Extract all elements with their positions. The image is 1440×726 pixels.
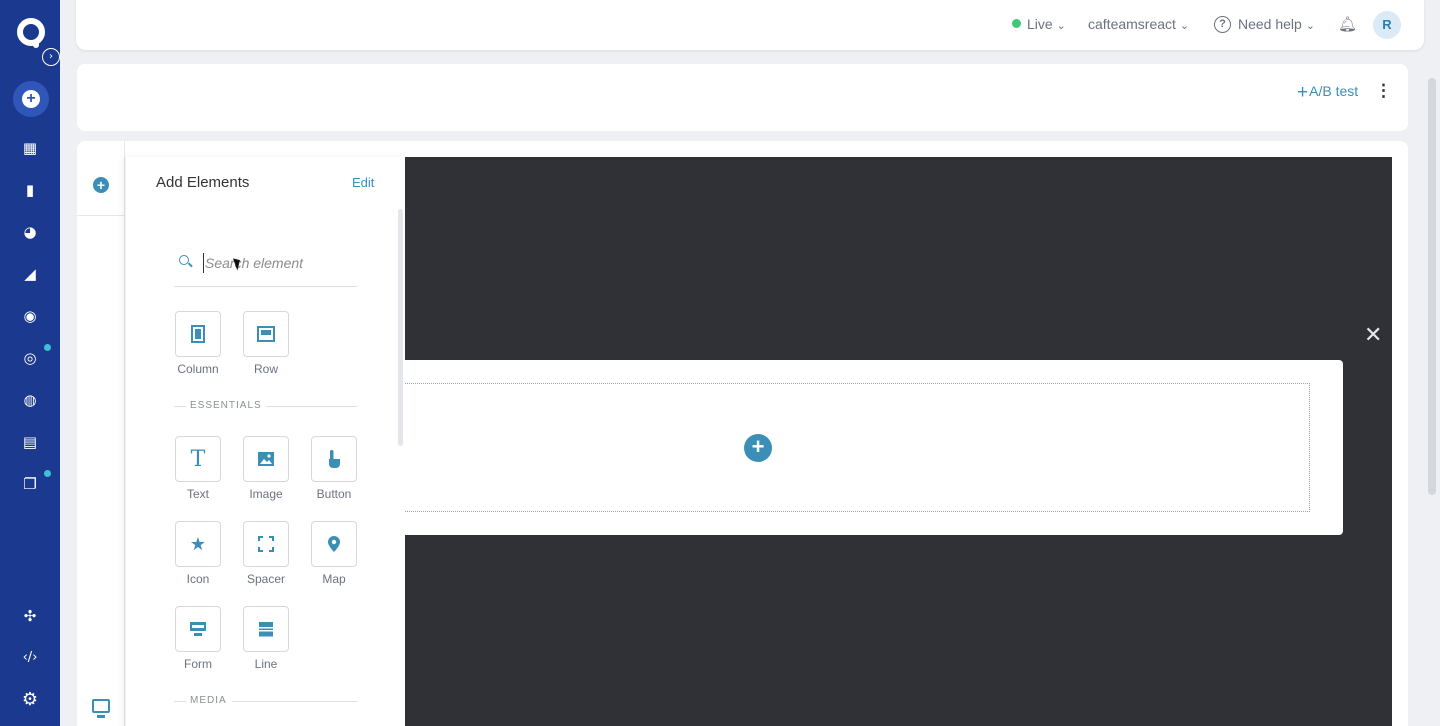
media-heading: MEDIA — [174, 695, 357, 709]
more-options-icon[interactable]: ⋮ — [1375, 81, 1392, 101]
builder-tool-rail: + — [77, 141, 125, 726]
stopwatch-icon[interactable]: ◉ — [20, 306, 40, 326]
element-map[interactable]: Map — [311, 521, 357, 586]
account-label: cafteamsreact — [1088, 16, 1176, 32]
element-text[interactable]: T Text — [175, 436, 221, 501]
element-tile[interactable] — [311, 521, 357, 567]
element-tile[interactable] — [243, 606, 289, 652]
edit-link[interactable]: Edit — [352, 175, 374, 190]
form-icon — [190, 622, 206, 636]
ab-test-label: A/B test — [1309, 83, 1359, 99]
chevron-down-icon: ⌄ — [1179, 20, 1190, 32]
plus-icon: + — [22, 90, 40, 108]
bar-chart-icon[interactable]: ▮ — [20, 180, 40, 200]
dashboard-icon[interactable]: ▦ — [20, 138, 40, 158]
panel-title: Add Elements — [156, 174, 250, 191]
column-icon — [191, 325, 205, 343]
settings-gear-icon[interactable]: ⚙ — [20, 690, 40, 710]
row-icon — [257, 326, 275, 342]
add-elements-icon[interactable]: + — [93, 177, 109, 193]
element-row[interactable]: Row — [243, 311, 289, 376]
notification-dot — [44, 344, 51, 351]
spacer-icon — [258, 536, 274, 552]
close-icon[interactable]: ✕ — [1364, 325, 1382, 347]
element-tile[interactable] — [243, 521, 289, 567]
element-label: Line — [254, 657, 278, 671]
document-icon[interactable]: ▤ — [20, 432, 40, 452]
star-icon: ★ — [189, 533, 207, 555]
essentials-heading: ESSENTIALS — [174, 400, 357, 414]
left-nav-rail: › + ▦ ▮ ◕ ◢ ◉ ◎ ◍ ▤ ❐ ✣ ‹/› ⚙ — [0, 0, 60, 726]
element-label: Row — [253, 362, 278, 376]
add-elements-panel: Add Elements Edit Column Row ESSENTIALS — [125, 157, 405, 726]
element-tile[interactable] — [175, 606, 221, 652]
search-element-field[interactable] — [174, 245, 357, 287]
element-form[interactable]: Form — [175, 606, 221, 671]
expand-sidebar-icon[interactable]: › — [42, 48, 60, 66]
element-spacer[interactable]: Spacer — [243, 521, 289, 586]
avatar[interactable]: R — [1373, 11, 1401, 39]
divider — [77, 215, 125, 216]
text-icon: T — [190, 446, 206, 472]
element-label: Image — [249, 487, 283, 501]
add-ab-test-button[interactable]: +A/B test — [1297, 82, 1358, 104]
search-input[interactable] — [203, 253, 353, 273]
desktop-preview-icon[interactable] — [92, 699, 110, 718]
element-label: Column — [177, 362, 219, 376]
element-label: Form — [184, 657, 212, 671]
chevron-down-icon: ⌄ — [1305, 20, 1315, 32]
panel-scrollbar[interactable] — [398, 209, 403, 446]
element-tile[interactable] — [311, 436, 357, 482]
help-icon: ? — [1214, 16, 1231, 33]
element-image[interactable]: Image — [243, 436, 289, 501]
app-logo-icon[interactable] — [17, 18, 45, 48]
pie-chart-icon[interactable]: ◕ — [20, 222, 40, 242]
megaphone-icon[interactable]: ◢ — [20, 264, 40, 284]
builder-area: + Add Elements Edit Column Row ESSENT — [77, 141, 1408, 726]
element-label: Icon — [186, 572, 210, 586]
analytics-icon[interactable]: ◍ — [20, 390, 40, 410]
element-tile[interactable]: ★ — [175, 521, 221, 567]
integrations-icon[interactable]: ✣ — [20, 606, 40, 626]
element-label: Spacer — [246, 572, 286, 586]
pointer-icon — [329, 450, 340, 468]
chevron-down-icon: ⌄ — [1056, 20, 1066, 32]
action-bar: +A/B test ⋮ — [77, 64, 1408, 131]
live-status-dot — [1012, 19, 1021, 28]
line-icon — [259, 622, 273, 637]
element-tile[interactable]: T — [175, 436, 221, 482]
element-label: Map — [322, 572, 346, 586]
help-label: Need help — [1238, 16, 1302, 32]
element-tile[interactable] — [243, 311, 289, 357]
popup-preview[interactable]: + — [405, 360, 1343, 535]
editor-canvas[interactable]: ✕ + ⊘ ↺ ↻ — [405, 157, 1392, 726]
live-status-dropdown[interactable]: Live ⌄ — [1027, 16, 1066, 32]
notification-dot — [44, 470, 51, 477]
element-label: Button — [316, 487, 352, 501]
top-bar: Live ⌄ cafteamsreact ⌄ ? Need help ⌄ 🔔︎ … — [76, 0, 1424, 50]
search-icon — [179, 255, 189, 265]
live-status-label: Live — [1027, 16, 1053, 32]
plus-icon: + — [1297, 82, 1309, 103]
account-dropdown[interactable]: cafteamsreact ⌄ — [1088, 16, 1189, 32]
pages-icon[interactable]: ❐ — [20, 474, 40, 494]
drop-zone[interactable] — [405, 383, 1310, 512]
element-label: Text — [186, 487, 209, 501]
image-icon — [258, 452, 274, 466]
element-tile[interactable] — [175, 311, 221, 357]
element-icon[interactable]: ★ Icon — [175, 521, 221, 586]
create-new-button[interactable]: + — [13, 81, 49, 117]
element-column[interactable]: Column — [175, 311, 221, 376]
page-scrollbar[interactable] — [1428, 78, 1436, 495]
add-section-button[interactable]: + — [744, 434, 772, 462]
element-button[interactable]: Button — [311, 436, 357, 501]
user-circle-icon[interactable]: ◎ — [20, 348, 40, 368]
help-dropdown[interactable]: Need help ⌄ — [1238, 16, 1315, 32]
element-line[interactable]: Line — [243, 606, 289, 671]
map-pin-icon — [328, 536, 340, 552]
element-tile[interactable] — [243, 436, 289, 482]
bell-icon[interactable]: 🔔︎ — [1338, 15, 1357, 33]
code-icon[interactable]: ‹/› — [20, 648, 40, 668]
